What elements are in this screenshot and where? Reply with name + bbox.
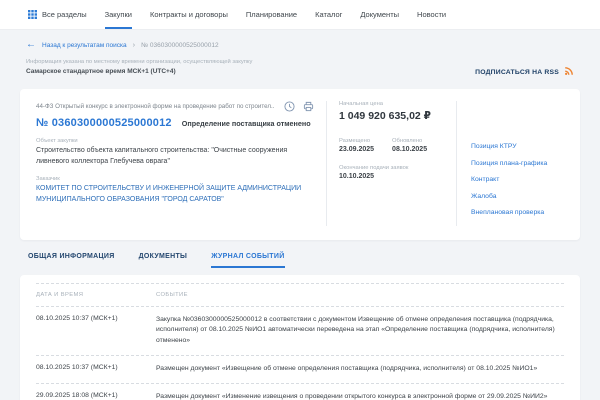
breadcrumb: ← Назад к результатам поиска › № 0360300… bbox=[0, 30, 600, 50]
timezone-block: Информация указана по местному времени о… bbox=[26, 59, 252, 75]
events-table-body: 08.10.2025 10:37 (МСК+1) Закупка №036030… bbox=[36, 306, 564, 400]
event-datetime: 29.09.2025 18:08 (МСК+1) bbox=[36, 392, 140, 400]
table-row: 08.10.2025 10:37 (МСК+1) Закупка №036030… bbox=[36, 306, 564, 356]
top-nav: Все разделы Закупки Контракты и договоры… bbox=[0, 0, 600, 30]
events-journal-card: ДАТА И ВРЕМЯ СОБЫТИЕ 08.10.2025 10:37 (М… bbox=[20, 275, 580, 400]
column-header-datetime: ДАТА И ВРЕМЯ bbox=[36, 292, 140, 298]
placed-value: 23.09.2025 bbox=[339, 146, 374, 153]
nav-item[interactable]: Планирование bbox=[246, 0, 297, 29]
placed-label: Размещено bbox=[339, 138, 374, 144]
nav-item-label: Все разделы bbox=[42, 10, 87, 19]
nav-item-label: Закупки bbox=[105, 10, 132, 19]
subscribe-rss-label: ПОДПИСАТЬСЯ НА RSS bbox=[475, 69, 559, 76]
object-label: Объект закупки bbox=[36, 138, 314, 144]
chevron-right-icon: › bbox=[133, 41, 136, 49]
price-value: 1 049 920 635,02 ₽ bbox=[339, 110, 446, 122]
timezone-row: Информация указана по местному времени о… bbox=[0, 50, 600, 81]
nav-item-label: Каталог bbox=[315, 10, 342, 19]
breadcrumb-current: № 0360300000525000012 bbox=[141, 42, 218, 49]
tab[interactable]: ЖУРНАЛ СОБЫТИЙ bbox=[211, 253, 284, 268]
customer-link[interactable]: КОМИТЕТ ПО СТРОИТЕЛЬСТВУ И ИНЖЕНЕРНОЙ ЗА… bbox=[36, 184, 312, 205]
updated-value: 08.10.2025 bbox=[392, 146, 427, 153]
deadline-block: Окончание подачи заявок 10.10.2025 bbox=[339, 165, 446, 180]
purchase-status-badge: Определение поставщика отменено bbox=[182, 119, 311, 128]
purchase-main-column: 44-ФЗ Открытый конкурс в электронной фор… bbox=[20, 101, 326, 226]
timezone-value: Самарское стандартное время МСК+1 (UTC+4… bbox=[26, 68, 252, 75]
arrow-left-icon[interactable]: ← bbox=[26, 40, 36, 50]
rss-icon bbox=[564, 63, 574, 81]
timezone-note: Информация указана по местному времени о… bbox=[26, 59, 252, 65]
price-label: Начальная цена bbox=[339, 101, 446, 107]
event-description: Размещен документ «Извещение об отмене о… bbox=[156, 364, 564, 375]
event-datetime: 08.10.2025 10:37 (МСК+1) bbox=[36, 315, 140, 348]
subscribe-rss-button[interactable]: ПОДПИСАТЬСЯ НА RSS bbox=[475, 63, 574, 81]
placed-block: Размещено 23.09.2025 bbox=[339, 138, 374, 153]
related-link[interactable]: Контракт bbox=[471, 176, 570, 183]
purchase-price-column: Начальная цена 1 049 920 635,02 ₽ Размещ… bbox=[326, 101, 456, 226]
tab[interactable]: ОБЩАЯ ИНФОРМАЦИЯ bbox=[28, 253, 115, 268]
nav-item[interactable]: Новости bbox=[417, 0, 446, 29]
related-link[interactable]: Внеплановая проверка bbox=[471, 209, 570, 216]
back-to-results-link[interactable]: Назад к результатам поиска bbox=[42, 42, 127, 49]
timer-icon[interactable] bbox=[284, 101, 295, 112]
table-row: 08.10.2025 10:37 (МСК+1) Размещен докуме… bbox=[36, 355, 564, 383]
purchase-card: 44-ФЗ Открытый конкурс в электронной фор… bbox=[20, 89, 580, 240]
event-description: Закупка №0360300000525000012 в соответст… bbox=[156, 315, 564, 348]
nav-item-label: Контракты и договоры bbox=[150, 10, 228, 19]
related-link[interactable]: Жалоба bbox=[471, 193, 570, 200]
deadline-label: Окончание подачи заявок bbox=[339, 165, 446, 171]
updated-label: Обновлено bbox=[392, 138, 427, 144]
updated-block: Обновлено 08.10.2025 bbox=[392, 138, 427, 153]
printer-icon[interactable] bbox=[303, 101, 314, 112]
nav-item[interactable]: Закупки bbox=[105, 0, 132, 29]
tab[interactable]: ДОКУМЕНТЫ bbox=[139, 253, 188, 268]
nav-item[interactable]: Документы bbox=[360, 0, 399, 29]
nav-item-label: Новости bbox=[417, 10, 446, 19]
event-datetime: 08.10.2025 10:37 (МСК+1) bbox=[36, 364, 140, 375]
object-value: Строительство объекта капитального строи… bbox=[36, 146, 312, 167]
nav-item-label: Документы bbox=[360, 10, 399, 19]
nav-item-all-sections[interactable]: Все разделы bbox=[28, 0, 87, 29]
grid-icon bbox=[28, 10, 37, 19]
table-row: 29.09.2025 18:08 (МСК+1) Размещен докуме… bbox=[36, 383, 564, 400]
nav-item[interactable]: Каталог bbox=[315, 0, 342, 29]
purchase-links-column: Позиция КТРУ Позиция плана-графика Контр… bbox=[456, 101, 580, 226]
column-header-event: СОБЫТИЕ bbox=[156, 292, 564, 298]
event-description: Размещен документ «Изменение извещения о… bbox=[156, 392, 564, 400]
purchase-law-type: 44-ФЗ Открытый конкурс в электронной фор… bbox=[36, 103, 276, 110]
deadline-value: 10.10.2025 bbox=[339, 173, 446, 180]
events-table-header: ДАТА И ВРЕМЯ СОБЫТИЕ bbox=[36, 283, 564, 306]
related-link[interactable]: Позиция плана-графика bbox=[471, 160, 570, 167]
nav-item-label: Планирование bbox=[246, 10, 297, 19]
purchase-number: № 0360300000525000012 bbox=[36, 117, 172, 129]
related-link[interactable]: Позиция КТРУ bbox=[471, 143, 570, 150]
tab-bar: ОБЩАЯ ИНФОРМАЦИЯ ДОКУМЕНТЫ ЖУРНАЛ СОБЫТИ… bbox=[0, 240, 600, 268]
customer-label: Заказчик bbox=[36, 176, 314, 182]
nav-item[interactable]: Контракты и договоры bbox=[150, 0, 228, 29]
